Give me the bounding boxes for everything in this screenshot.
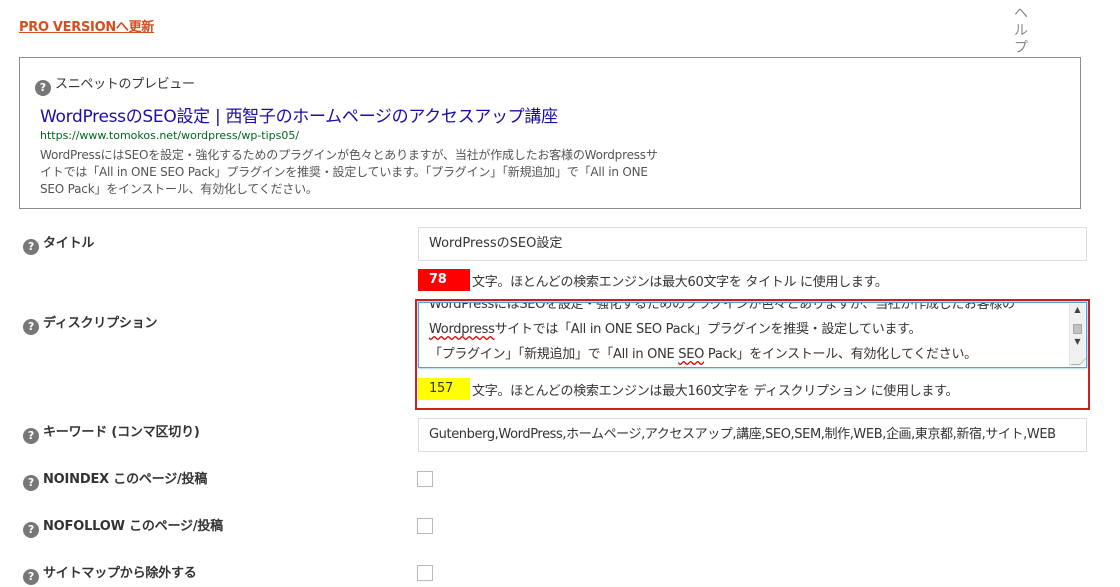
snippet-description: WordPressにはSEOを設定・強化するためのプラグインが色々とありますが、… [40,148,658,196]
help-tab-char: ヘ [1014,6,1028,22]
question-circle-icon[interactable]: ? [23,319,39,335]
question-circle-icon[interactable]: ? [23,475,39,491]
title-counter-text: 文字。ほとんどの検索エンジンは最大60文字を タイトル に使用します。 [472,274,888,290]
scroll-thumb[interactable] [1073,324,1082,334]
question-circle-icon[interactable]: ? [35,80,51,96]
description-counter-text: 文字。ほとんどの検索エンジンは最大160文字を ディスクリプション に使用します… [472,383,959,399]
question-circle-icon[interactable]: ? [23,569,39,585]
snippet-url: https://www.tomokos.net/wordpress/wp-tip… [40,129,300,142]
description-line: 「プラグイン」「新規追加」で「All in ONE SEO Pack」をインスト… [429,347,977,362]
title-label-text: タイトル [43,236,95,251]
title-label: ? タイトル [23,232,94,255]
sitemap-exclude-label: ? サイトマップから除外する [23,562,197,585]
question-circle-icon[interactable]: ? [23,522,39,538]
sitemap-exclude-checkbox[interactable] [417,565,433,581]
question-circle-icon[interactable]: ? [23,239,39,255]
keywords-label: ? キーワード (コンマ区切り) [23,421,200,444]
snippet-title: WordPressのSEO設定 | 西智子のホームページのアクセスアップ講座 [40,107,558,127]
description-char-count: 157 [418,378,470,400]
help-tab-char: ル [1014,23,1028,39]
noindex-checkbox[interactable] [417,471,433,487]
keywords-input[interactable]: Gutenberg,WordPress,ホームページ,アクセスアップ,講座,SE… [418,418,1087,452]
sitemap-exclude-label-text: サイトマップから除外する [43,566,197,581]
nofollow-checkbox[interactable] [417,518,433,534]
description-line: WordPressにはSEOを設定・強化するためのプラグインが色々とありますが、… [429,302,1015,312]
help-tab-char: プ [1014,40,1028,56]
scroll-down-arrow-icon[interactable]: ▼ [1070,336,1085,348]
spellcheck-word: SEO [678,347,705,362]
spellcheck-word: Wordpress [429,322,495,337]
nofollow-label-text: NOFOLLOW このページ/投稿 [43,519,223,534]
help-tab[interactable]: ヘ ル プ [1013,6,1029,57]
nofollow-label: ? NOFOLLOW このページ/投稿 [23,515,223,538]
pro-version-upgrade-link[interactable]: PRO VERSIONへ更新 [19,16,154,35]
description-line: Wordpressサイトでは「All in ONE SEO Pack」プラグイン… [429,322,922,337]
snippet-preview-heading: ? スニペットのプレビュー [35,73,195,96]
snippet-preview-box: ? スニペットのプレビュー WordPressのSEO設定 | 西智子のホームペー… [19,57,1081,209]
description-textarea[interactable]: WordPressにはSEOを設定・強化するためのプラグインが色々とありますが、… [418,302,1087,368]
title-counter-row: 78 文字。ほとんどの検索エンジンは最大60文字を タイトル に使用します。 [418,269,888,291]
noindex-label-text: NOINDEX このページ/投稿 [43,472,208,487]
snippet-heading-label: スニペットのプレビュー [55,77,195,92]
title-char-count: 78 [418,269,470,291]
keywords-label-text: キーワード (コンマ区切り) [43,425,200,440]
question-circle-icon[interactable]: ? [23,428,39,444]
scroll-up-arrow-icon[interactable]: ▲ [1070,304,1085,316]
description-label: ? ディスクリプション [23,312,157,335]
noindex-label: ? NOINDEX このページ/投稿 [23,468,207,491]
description-counter-row: 157 文字。ほとんどの検索エンジンは最大160文字を ディスクリプション に使… [418,378,958,400]
title-input[interactable]: WordPressのSEO設定 [418,227,1087,261]
description-label-text: ディスクリプション [43,316,158,331]
